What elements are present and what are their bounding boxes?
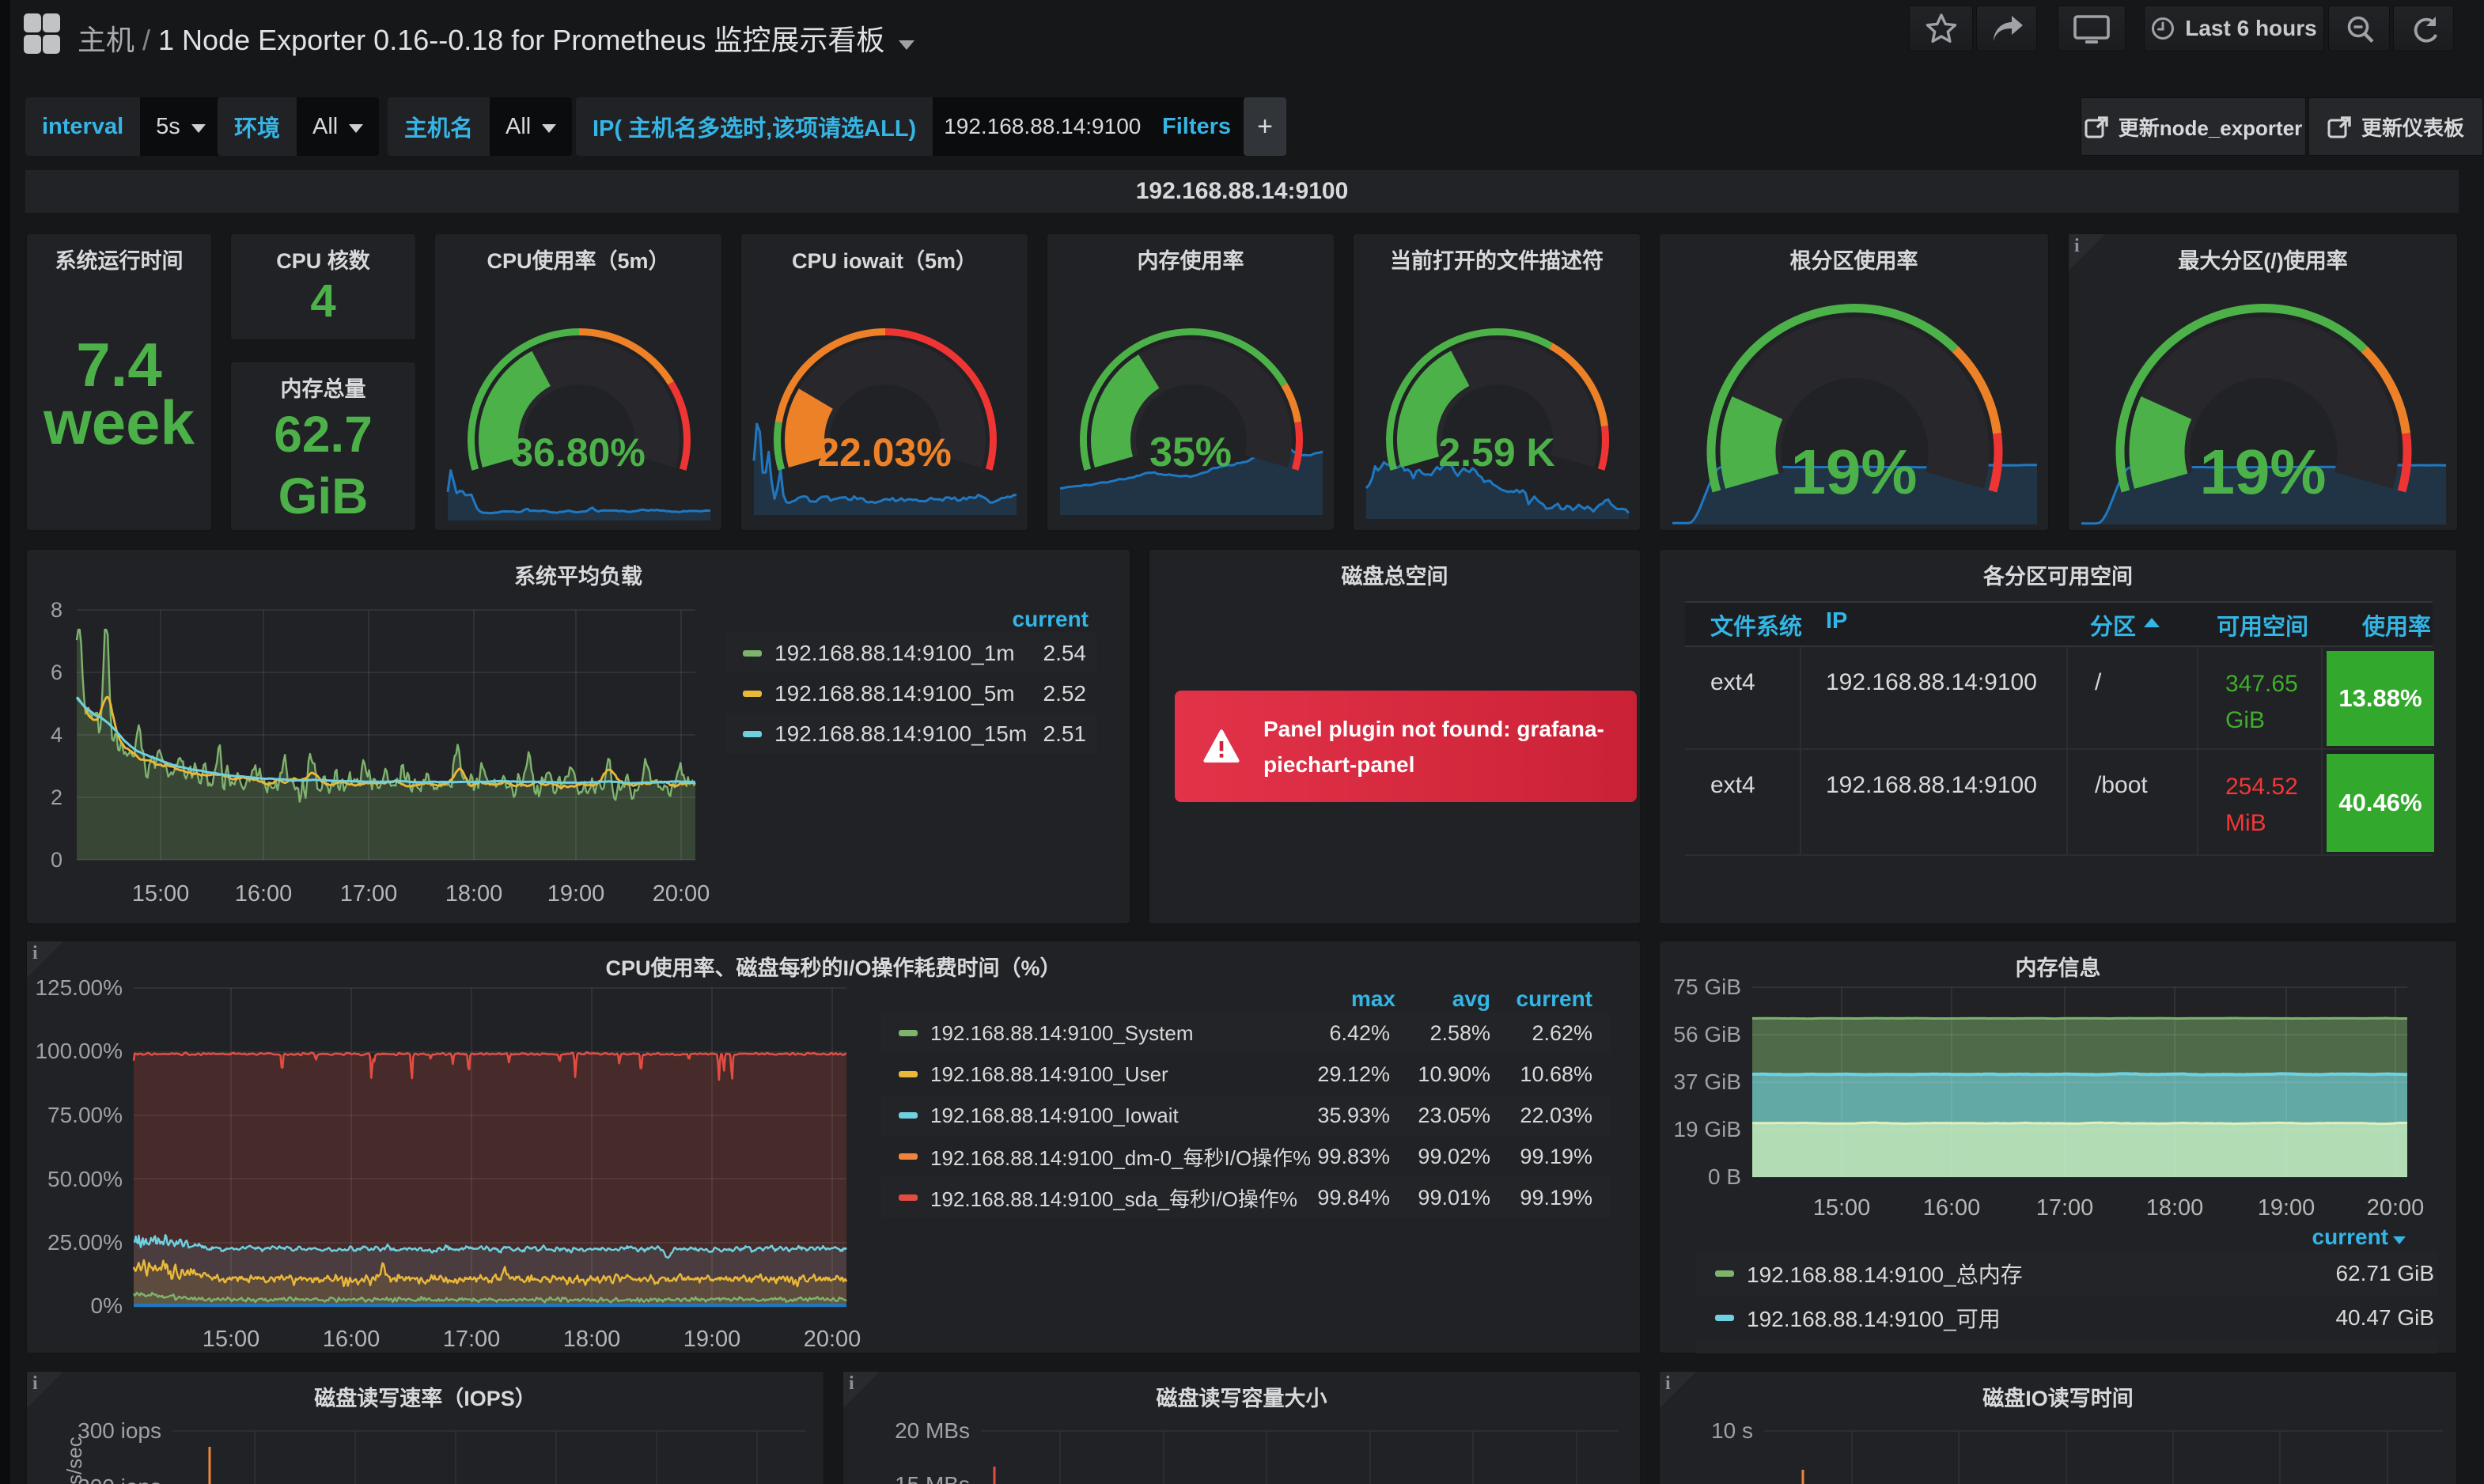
svg-text:56 GiB: 56 GiB	[1673, 1022, 1741, 1047]
svg-text:iops/sec: iops/sec	[62, 1437, 86, 1484]
svg-text:10 s: 10 s	[1711, 1418, 1753, 1443]
svg-text:18:00: 18:00	[2146, 1195, 2204, 1221]
svg-text:16:00: 16:00	[323, 1327, 381, 1352]
svg-text:17:00: 17:00	[2036, 1195, 2094, 1221]
svg-text:6: 6	[51, 661, 62, 684]
svg-text:0: 0	[51, 848, 62, 872]
svg-text:19:00: 19:00	[683, 1327, 741, 1352]
svg-text:18:00: 18:00	[563, 1327, 621, 1352]
svg-text:25.00%: 25.00%	[47, 1230, 123, 1255]
svg-text:15:00: 15:00	[132, 881, 190, 907]
svg-text:8: 8	[51, 598, 62, 622]
svg-text:19:00: 19:00	[2258, 1195, 2315, 1221]
svg-text:200 iops: 200 iops	[78, 1475, 161, 1484]
svg-text:50.00%: 50.00%	[47, 1167, 123, 1191]
svg-text:19:00: 19:00	[547, 881, 605, 907]
svg-text:18:00: 18:00	[445, 881, 503, 907]
svg-text:75 GiB: 75 GiB	[1673, 975, 1741, 999]
svg-text:20:00: 20:00	[653, 881, 710, 907]
svg-text:75.00%: 75.00%	[47, 1103, 123, 1127]
svg-text:20:00: 20:00	[2367, 1195, 2425, 1221]
svg-text:4: 4	[51, 723, 62, 747]
svg-text:15:00: 15:00	[203, 1327, 260, 1352]
svg-text:16:00: 16:00	[1923, 1195, 1981, 1221]
svg-text:20:00: 20:00	[804, 1327, 861, 1352]
svg-text:125.00%: 125.00%	[35, 975, 123, 1000]
svg-text:17:00: 17:00	[443, 1327, 501, 1352]
svg-text:19 GiB: 19 GiB	[1673, 1117, 1741, 1141]
svg-text:15:00: 15:00	[1813, 1195, 1871, 1221]
svg-text:300 iops: 300 iops	[78, 1418, 161, 1443]
svg-text:15 MBs: 15 MBs	[895, 1472, 970, 1484]
svg-text:100.00%: 100.00%	[35, 1039, 123, 1063]
svg-text:17:00: 17:00	[340, 881, 398, 907]
svg-text:20 MBs: 20 MBs	[895, 1418, 970, 1443]
svg-text:16:00: 16:00	[235, 881, 293, 907]
svg-text:2: 2	[51, 786, 62, 809]
svg-text:37 GiB: 37 GiB	[1673, 1069, 1741, 1094]
svg-text:0 B: 0 B	[1708, 1164, 1741, 1189]
svg-text:0%: 0%	[91, 1293, 123, 1318]
